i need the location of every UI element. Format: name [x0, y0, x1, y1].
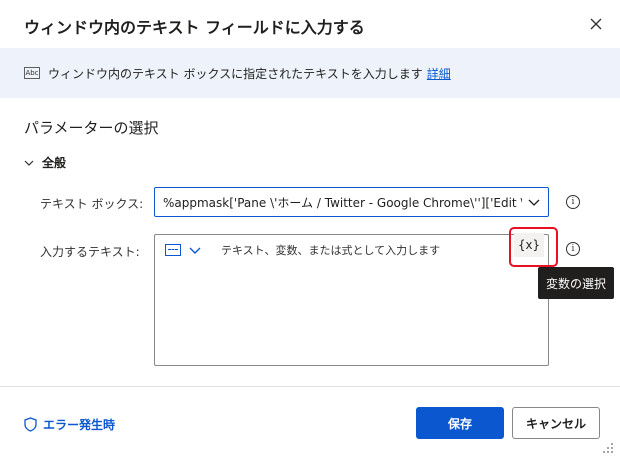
banner-text: ウィンドウ内のテキスト ボックスに指定されたテキストを入力します: [48, 66, 423, 81]
input-mode-button[interactable]: [165, 244, 201, 256]
details-link[interactable]: 詳細: [427, 65, 451, 82]
cancel-button[interactable]: キャンセル: [512, 407, 600, 439]
input-text-area[interactable]: テキスト、変数、または式として入力します: [154, 234, 549, 366]
textbox-label: テキスト ボックス:: [40, 197, 144, 211]
textbox-select[interactable]: %appmask['Pane \'ホーム / Twitter - Google …: [154, 187, 549, 217]
on-error-link[interactable]: エラー発生時: [24, 416, 115, 433]
chevron-down-icon: [189, 247, 201, 254]
group-label: 全般: [42, 156, 67, 170]
section-title: パラメーターの選択: [24, 119, 159, 137]
dialog: ウィンドウ内のテキスト フィールドに入力する Abc ウィンドウ内のテキスト ボ…: [0, 0, 620, 460]
chevron-down-icon: [24, 160, 34, 166]
info-banner: Abc ウィンドウ内のテキスト ボックスに指定されたテキストを入力します 詳細: [0, 48, 620, 98]
text-field-icon: [165, 244, 181, 256]
tooltip: 変数の選択: [538, 267, 614, 299]
save-button[interactable]: 保存: [416, 407, 504, 439]
close-icon: [590, 18, 602, 30]
resize-grip-icon[interactable]: [602, 442, 614, 454]
abc-icon: Abc: [24, 67, 40, 79]
info-icon[interactable]: i: [566, 195, 580, 209]
close-button[interactable]: [586, 14, 606, 34]
shield-icon: [24, 417, 37, 432]
chevron-down-icon: [528, 199, 540, 206]
info-icon[interactable]: i: [566, 242, 580, 256]
input-text-placeholder: テキスト、変数、または式として入力します: [221, 244, 441, 257]
select-variable-button[interactable]: {x}: [514, 233, 544, 257]
textbox-value: %appmask['Pane \'ホーム / Twitter - Google …: [163, 195, 522, 210]
input-text-label: 入力するテキスト:: [40, 245, 140, 259]
footer-divider: [0, 386, 620, 387]
on-error-label: エラー発生時: [43, 418, 116, 432]
group-general-toggle[interactable]: 全般: [24, 154, 66, 171]
dialog-title: ウィンドウ内のテキスト フィールドに入力する: [24, 18, 365, 37]
